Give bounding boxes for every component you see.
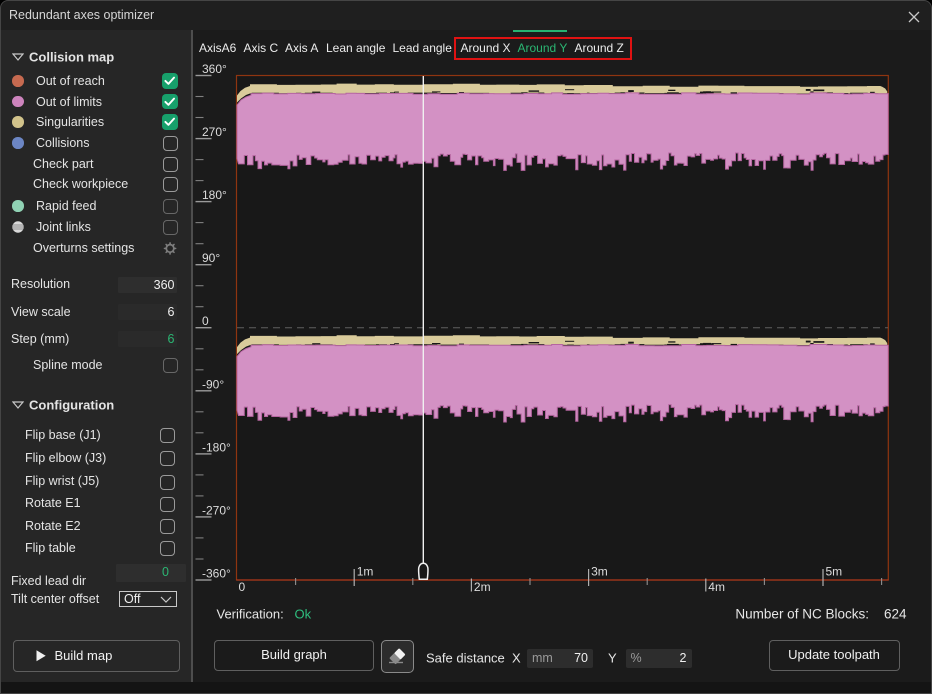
svg-text:-360°: -360° bbox=[202, 567, 231, 581]
svg-text:0: 0 bbox=[239, 580, 246, 594]
svg-text:-90°: -90° bbox=[202, 377, 224, 391]
svg-text:0: 0 bbox=[202, 314, 209, 328]
svg-text:2m: 2m bbox=[474, 580, 491, 594]
svg-text:4m: 4m bbox=[708, 580, 725, 594]
svg-text:5m: 5m bbox=[826, 565, 843, 579]
svg-text:270°: 270° bbox=[202, 125, 227, 139]
svg-text:90°: 90° bbox=[202, 251, 220, 265]
svg-text:3m: 3m bbox=[591, 565, 608, 579]
svg-text:-180°: -180° bbox=[202, 440, 231, 454]
svg-text:1m: 1m bbox=[357, 565, 374, 579]
svg-text:360°: 360° bbox=[202, 62, 227, 76]
svg-text:180°: 180° bbox=[202, 188, 227, 202]
svg-text:-270°: -270° bbox=[202, 503, 231, 517]
